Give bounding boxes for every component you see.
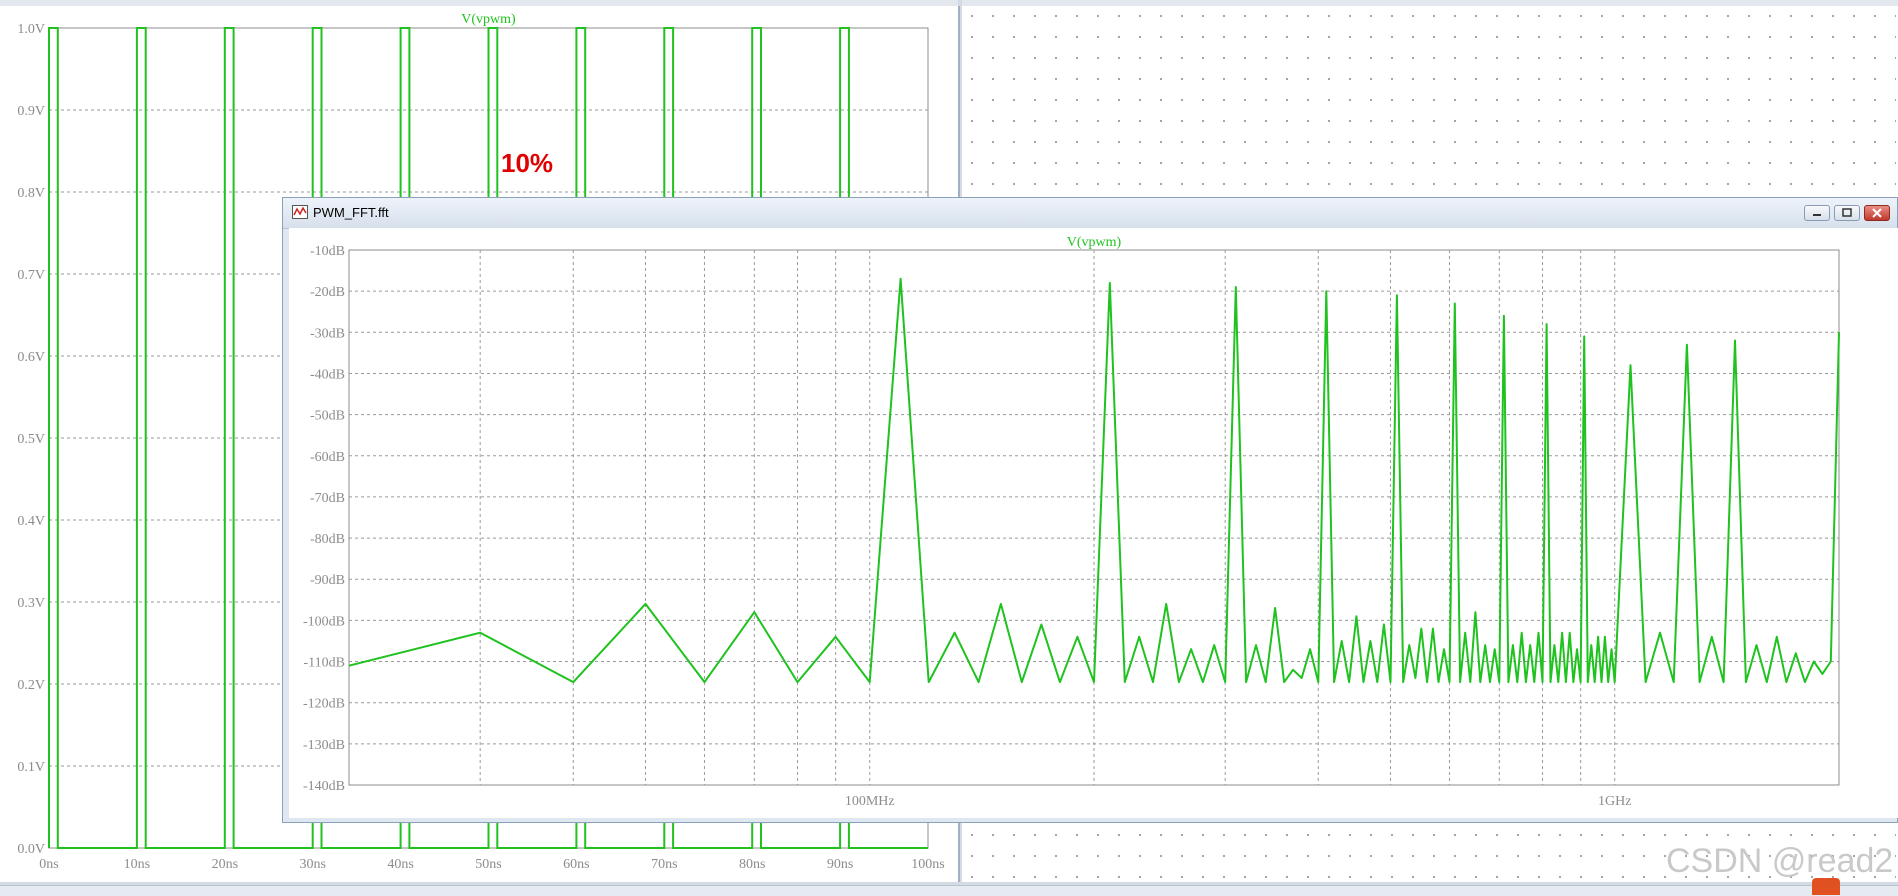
fft-plot-area[interactable]: -10dB -20dB -30dB -40dB -50dB -60dB -70dB -80dB… bbox=[289, 228, 1898, 818]
y-tick-label: -40dB bbox=[310, 367, 345, 382]
y-tick-label: 0.5V bbox=[17, 432, 45, 447]
y-tick-label: 0.0V bbox=[17, 842, 45, 857]
y-tick-label: 0.6V bbox=[17, 350, 45, 365]
x-tick-label: 0ns bbox=[39, 857, 58, 872]
fft-titlebar[interactable]: PWM_FFT.fft bbox=[283, 198, 1897, 229]
y-tick-label: 1.0V bbox=[17, 22, 45, 37]
minimize-button[interactable] bbox=[1804, 205, 1830, 221]
y-tick-label: 0.9V bbox=[17, 104, 45, 119]
x-tick-label: 70ns bbox=[651, 857, 677, 872]
y-tick-label: 0.7V bbox=[17, 268, 45, 283]
x-tick-label: 100ns bbox=[911, 857, 944, 872]
y-tick-label: -10dB bbox=[310, 244, 345, 259]
y-tick-label: -90dB bbox=[310, 573, 345, 588]
y-tick-label: 0.3V bbox=[17, 596, 45, 611]
y-tick-label: -80dB bbox=[310, 532, 345, 547]
y-tick-label: 0.4V bbox=[17, 514, 45, 529]
y-tick-label: -110dB bbox=[304, 656, 345, 671]
y-tick-label: -60dB bbox=[310, 450, 345, 465]
y-tick-label: -140dB bbox=[303, 779, 345, 794]
x-tick-label: 10ns bbox=[124, 857, 150, 872]
fft-plot: -10dB -20dB -30dB -40dB -50dB -60dB -70dB -80dB… bbox=[303, 235, 1840, 809]
y-tick-label: 0.1V bbox=[17, 760, 45, 775]
x-tick-label: 20ns bbox=[212, 857, 238, 872]
y-tick-label: -70dB bbox=[310, 491, 345, 506]
y-tick-label: -30dB bbox=[310, 326, 345, 341]
y-tick-label: -100dB bbox=[303, 614, 345, 629]
y-tick-label: -120dB bbox=[303, 697, 345, 712]
x-tick-label: 60ns bbox=[563, 857, 589, 872]
maximize-icon bbox=[1842, 208, 1852, 217]
y-tick-label: -50dB bbox=[310, 409, 345, 424]
x-tick-label: 40ns bbox=[387, 857, 413, 872]
duty-cycle-annotation: 10% bbox=[501, 148, 554, 178]
x-tick-label: 80ns bbox=[739, 857, 765, 872]
maximize-button[interactable] bbox=[1834, 205, 1860, 221]
x-tick-label: 100MHz bbox=[845, 794, 895, 809]
x-tick-label: 30ns bbox=[299, 857, 325, 872]
watermark: CSDN @read2 bbox=[1666, 842, 1894, 880]
fft-window[interactable]: PWM_FFT.fft -10dB -20dB -30dB -40dB -50dB -60… bbox=[282, 197, 1898, 823]
waveform-icon bbox=[292, 205, 308, 219]
csdn-logo-icon bbox=[1812, 878, 1840, 895]
close-icon bbox=[1872, 208, 1882, 218]
x-tick-label: 90ns bbox=[827, 857, 853, 872]
trace-title: V(vpwm) bbox=[461, 12, 516, 27]
minimize-icon bbox=[1813, 214, 1821, 216]
status-strip bbox=[0, 885, 1898, 896]
x-tick-label: 1GHz bbox=[1598, 794, 1631, 809]
x-tick-label: 50ns bbox=[475, 857, 501, 872]
y-tick-label: -20dB bbox=[310, 285, 345, 300]
fft-window-title: PWM_FFT.fft bbox=[313, 205, 389, 220]
y-tick-label: 0.8V bbox=[17, 186, 45, 201]
y-tick-label: -130dB bbox=[303, 738, 345, 753]
trace-title: V(vpwm) bbox=[1067, 235, 1122, 250]
close-button[interactable] bbox=[1864, 205, 1890, 221]
y-tick-label: 0.2V bbox=[17, 678, 45, 693]
